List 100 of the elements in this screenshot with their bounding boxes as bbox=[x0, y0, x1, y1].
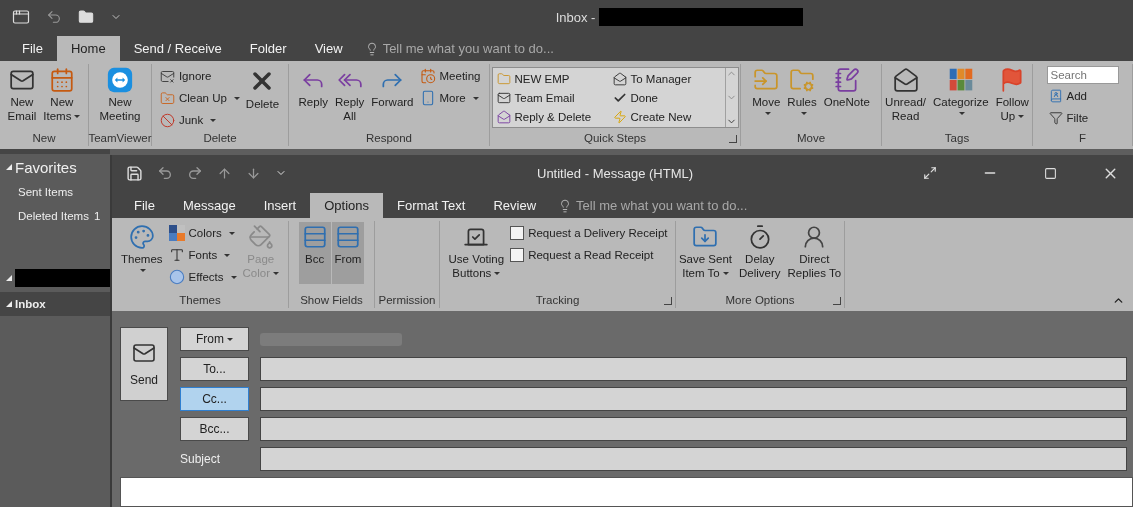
group-label: Tracking bbox=[535, 293, 580, 308]
quick-step[interactable]: NEW EMP bbox=[494, 69, 611, 88]
theme-icon bbox=[128, 224, 155, 250]
checkbox[interactable]: Request a Delivery Receipt bbox=[508, 223, 670, 243]
ribbon-tab[interactable]: Options bbox=[310, 193, 384, 218]
folder-item[interactable]: Sent Items bbox=[0, 180, 110, 204]
undo-icon[interactable] bbox=[157, 165, 173, 181]
ribbon-button[interactable]: More bbox=[417, 88, 483, 108]
filter-icon bbox=[1048, 111, 1063, 125]
address-field[interactable] bbox=[260, 387, 1127, 411]
ribbon-button[interactable]: Categorize bbox=[930, 65, 992, 127]
quick-step[interactable]: Reply & Delete bbox=[494, 107, 611, 126]
caret-icon bbox=[227, 337, 233, 341]
caret-icon bbox=[228, 231, 235, 235]
address-field[interactable] bbox=[260, 417, 1127, 441]
redo-icon[interactable] bbox=[187, 165, 203, 181]
nav-header[interactable]: Favorites bbox=[15, 158, 77, 176]
caret-icon bbox=[140, 269, 147, 273]
ribbon-tab[interactable]: Review bbox=[479, 193, 551, 218]
ribbon-button[interactable]: From bbox=[331, 222, 365, 284]
quick-step[interactable]: Create New bbox=[610, 107, 723, 126]
group-label: Permission bbox=[378, 293, 436, 308]
checkbox[interactable]: Request a Read Receipt bbox=[508, 245, 670, 265]
envelope-icon bbox=[496, 90, 511, 105]
ribbon-button[interactable]: Themes bbox=[118, 222, 166, 284]
notebook-icon bbox=[833, 67, 860, 93]
ribbon-button[interactable]: Bcc bbox=[298, 222, 331, 284]
ribbon-button[interactable]: Unread/ Read bbox=[882, 65, 930, 127]
caret-icon bbox=[722, 272, 729, 276]
up-arrow-icon[interactable] bbox=[217, 165, 232, 181]
folder-icon bbox=[496, 71, 511, 86]
caret-icon bbox=[273, 272, 279, 276]
folder-item[interactable]: Inbox bbox=[0, 292, 110, 316]
quick-step[interactable]: To Manager bbox=[610, 69, 723, 88]
address-button[interactable]: Bcc... bbox=[180, 417, 249, 441]
ribbon-button[interactable]: Ignore bbox=[157, 66, 242, 86]
ribbon-button[interactable]: Save Sent Item To bbox=[675, 222, 735, 284]
ribbon-button[interactable]: New Meeting bbox=[96, 65, 144, 127]
address-button[interactable]: Cc... bbox=[180, 387, 249, 411]
envelope-x-icon bbox=[159, 68, 175, 84]
ribbon-button[interactable]: Rules bbox=[784, 65, 820, 127]
tell-me-field[interactable]: Tell me what you want to do... bbox=[356, 36, 562, 61]
ribbon-button[interactable]: Reply bbox=[295, 65, 331, 127]
search-field[interactable]: Search bbox=[1046, 66, 1119, 84]
ribbon-button[interactable]: New Email bbox=[4, 65, 40, 127]
quick-step[interactable]: Team Email bbox=[494, 88, 611, 107]
caret-icon bbox=[210, 118, 217, 122]
ribbon-button[interactable]: Delete bbox=[242, 65, 283, 127]
launcher-icon[interactable] bbox=[664, 297, 672, 305]
tell-me-field[interactable]: Tell me what you want to do... bbox=[550, 193, 756, 218]
ribbon-button[interactable]: Meeting bbox=[417, 66, 483, 86]
address-field[interactable] bbox=[260, 357, 1127, 381]
ribbon-tab[interactable]: Home bbox=[56, 36, 120, 61]
quick-step[interactable]: Done bbox=[610, 88, 723, 107]
subject-label: Subject bbox=[180, 452, 222, 466]
window-title: Untitled - Message (HTML) bbox=[537, 165, 695, 181]
ribbon-button[interactable]: Filte bbox=[1046, 108, 1119, 128]
group-label: Respond bbox=[365, 131, 412, 146]
ribbon-button[interactable]: Effects bbox=[166, 267, 239, 287]
ribbon-button[interactable]: New Items bbox=[40, 65, 84, 127]
ribbon-button[interactable]: Clean Up bbox=[157, 88, 242, 108]
calendar-icon bbox=[48, 67, 75, 93]
group-label: Themes bbox=[179, 293, 221, 308]
list-icon bbox=[301, 224, 328, 250]
ribbon-button[interactable]: Reply All bbox=[331, 65, 368, 127]
ribbon-button[interactable]: Delay Delivery bbox=[736, 222, 784, 284]
folder-icon bbox=[78, 9, 94, 25]
ribbon-tab[interactable]: Insert bbox=[249, 193, 311, 218]
ribbon-button[interactable]: Move bbox=[749, 65, 784, 127]
unread-count: 1 bbox=[93, 210, 101, 222]
ribbon-tab[interactable]: Folder bbox=[235, 36, 301, 61]
ribbon-tab[interactable]: Message bbox=[168, 193, 250, 218]
ribbon-button[interactable]: Colors bbox=[166, 223, 239, 243]
down-arrow-icon[interactable] bbox=[246, 165, 261, 181]
address-button[interactable]: To... bbox=[180, 357, 249, 381]
message-body[interactable] bbox=[120, 477, 1133, 507]
expand-icon[interactable] bbox=[6, 301, 12, 307]
launcher-icon[interactable] bbox=[729, 135, 737, 143]
folder-item[interactable]: Deleted Items 1 bbox=[0, 204, 110, 228]
ribbon-button[interactable]: Follow Up bbox=[992, 65, 1032, 127]
subject-field[interactable] bbox=[260, 447, 1127, 471]
ribbon-button[interactable]: Forward bbox=[368, 65, 417, 127]
ribbon-button[interactable]: Fonts bbox=[166, 245, 239, 265]
ribbon-button[interactable]: Use Voting Buttons bbox=[445, 222, 508, 284]
ribbon-tab[interactable]: File bbox=[120, 193, 169, 218]
send-button[interactable]: Send bbox=[120, 327, 168, 401]
ribbon-button[interactable]: Junk bbox=[157, 110, 242, 130]
ribbon-tab[interactable]: Send / Receive bbox=[119, 36, 236, 61]
from-button[interactable]: From bbox=[180, 327, 249, 351]
launcher-icon[interactable] bbox=[833, 297, 841, 305]
caret-icon bbox=[224, 253, 231, 257]
ribbon-button[interactable]: Add bbox=[1046, 86, 1119, 106]
caret-icon bbox=[233, 96, 240, 100]
ribbon-tab[interactable]: Format Text bbox=[383, 193, 480, 218]
ribbon-button[interactable]: Direct Replies To bbox=[784, 222, 845, 284]
expand-icon[interactable] bbox=[6, 164, 12, 170]
save-icon[interactable] bbox=[126, 164, 143, 182]
ribbon-tab[interactable]: View bbox=[300, 36, 357, 61]
ribbon-tab[interactable]: File bbox=[8, 36, 57, 61]
ribbon-button[interactable]: OneNote bbox=[820, 65, 873, 127]
